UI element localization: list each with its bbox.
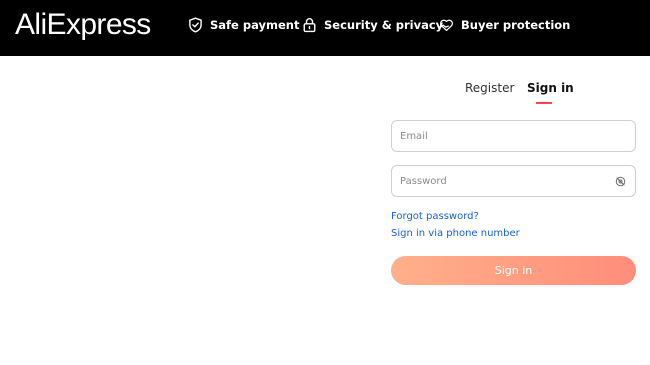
active-tab-indicator [536,102,552,104]
auth-tabs: Register Sign in [0,80,650,110]
aliexpress-logo[interactable]: AliExpress [15,7,151,43]
sign-in-phone-link[interactable]: Sign in via phone number [391,228,520,239]
security-privacy-badge: Security & privacy [302,15,443,35]
password-field-container [391,165,636,197]
email-field-container [391,120,636,152]
buyer-protection-label: Buyer protection [461,18,571,32]
email-input[interactable] [392,121,635,151]
shield-check-icon [188,17,203,33]
heart-hand-icon [439,17,454,33]
lock-icon [302,17,317,33]
top-header-bar: AliExpress Safe payment Security & priva… [0,0,650,56]
tab-register[interactable]: Register [465,80,514,96]
safe-payment-label: Safe payment [210,18,300,32]
eye-off-icon[interactable] [615,176,626,187]
buyer-protection-badge: Buyer protection [439,15,570,35]
password-input[interactable] [392,166,635,196]
sign-in-button[interactable]: Sign in [391,256,636,285]
tab-sign-in[interactable]: Sign in [527,80,574,96]
forgot-password-link[interactable]: Forgot password? [391,211,479,222]
safe-payment-badge: Safe payment [188,15,299,35]
security-privacy-label: Security & privacy [324,18,444,32]
